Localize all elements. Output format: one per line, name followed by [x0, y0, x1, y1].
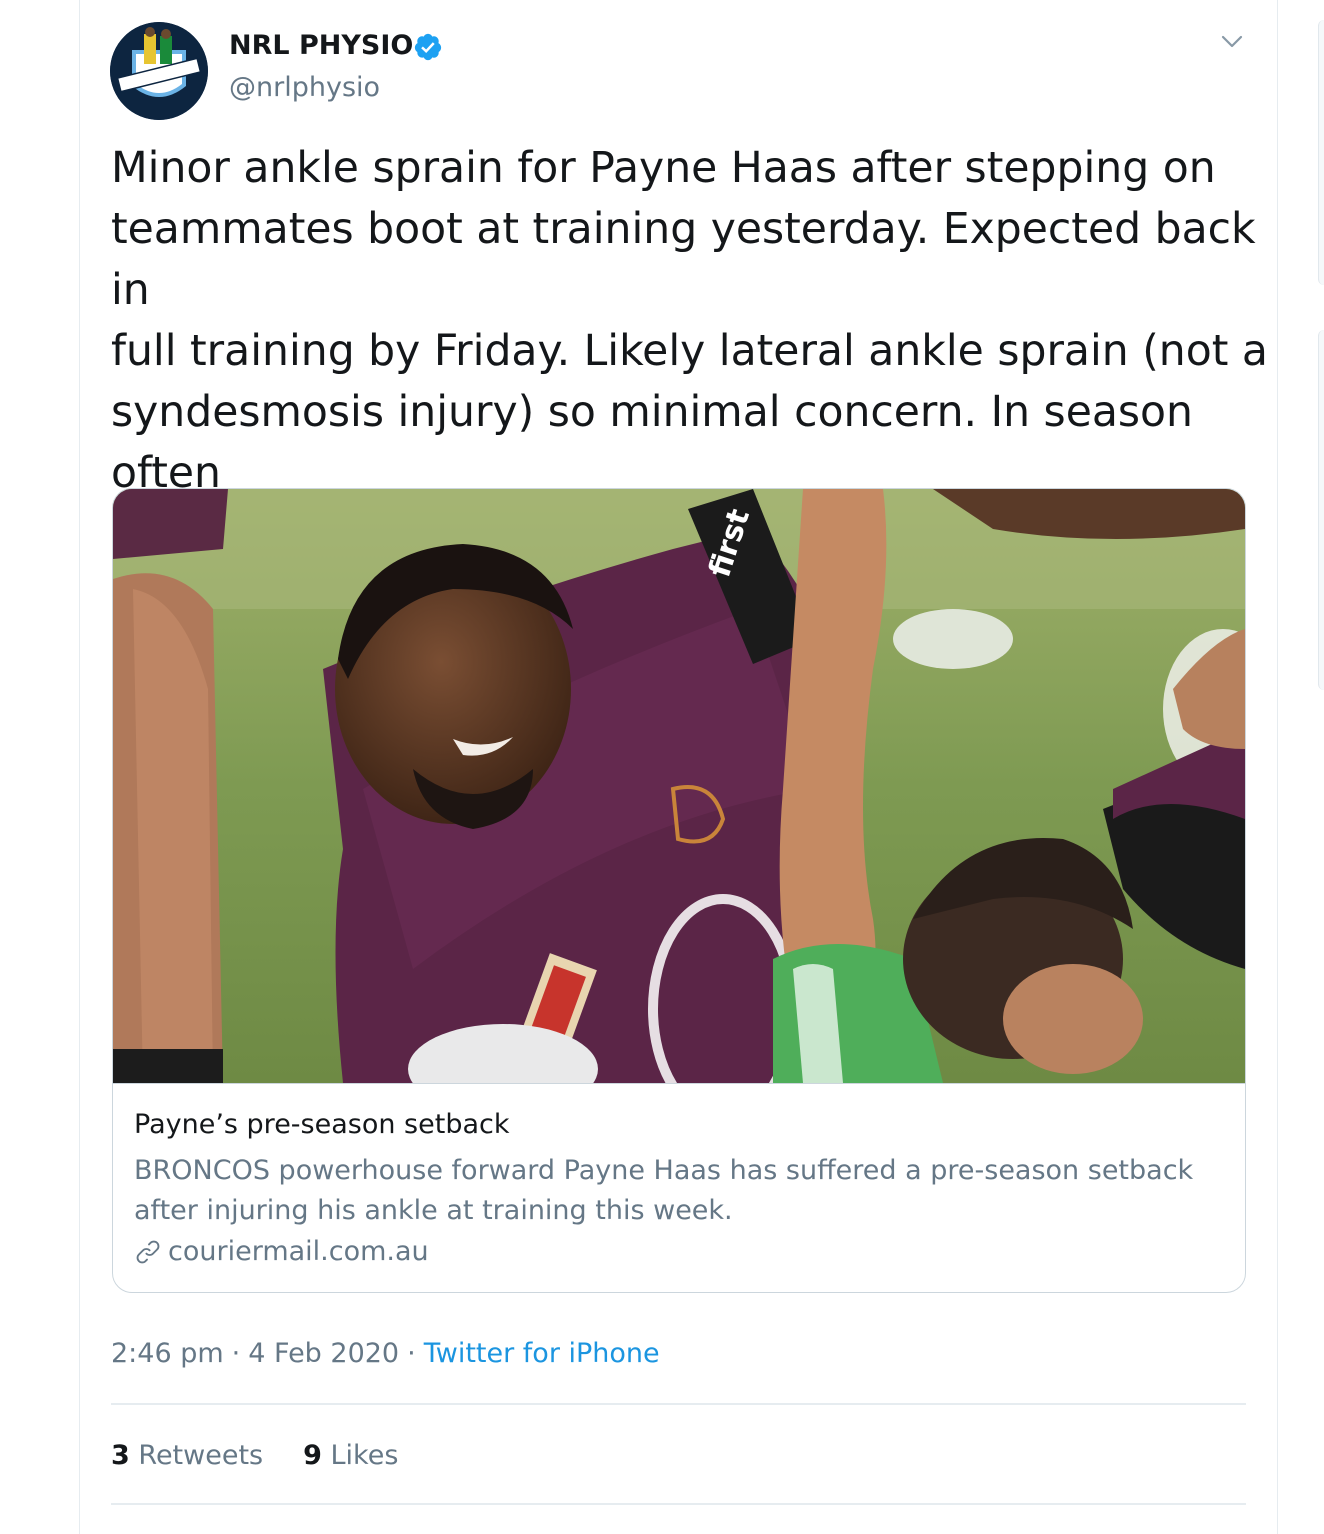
- retweets-stat[interactable]: 3 Retweets: [111, 1438, 263, 1474]
- avatar[interactable]: [110, 22, 208, 120]
- card-domain-row: couriermail.com.au: [134, 1234, 429, 1270]
- divider: [111, 1403, 1246, 1405]
- tweet-source-link[interactable]: Twitter for iPhone: [424, 1336, 660, 1372]
- user-handle[interactable]: @nrlphysio: [229, 70, 380, 106]
- retweets-count: 3: [111, 1440, 130, 1471]
- likes-label: Likes: [330, 1440, 399, 1471]
- meta-separator: ·: [407, 1338, 416, 1369]
- verified-badge-icon: [414, 33, 442, 61]
- card-domain: couriermail.com.au: [168, 1236, 429, 1267]
- card-image[interactable]: first: [113, 489, 1245, 1084]
- sidebar-edge: [1318, 20, 1324, 285]
- divider: [111, 1503, 1246, 1505]
- timeline-border-left: [79, 0, 80, 1534]
- likes-stat[interactable]: 9 Likes: [303, 1438, 398, 1474]
- more-options-button[interactable]: [1214, 28, 1250, 56]
- timeline-border-right: [1277, 0, 1278, 1534]
- card-photo: first: [113, 489, 1245, 1083]
- display-name[interactable]: NRL PHYSIO: [229, 28, 413, 64]
- retweets-label: Retweets: [138, 1440, 264, 1471]
- tweet-date[interactable]: 4 Feb 2020: [248, 1336, 399, 1372]
- tweet-meta: 2:46 pm · 4 Feb 2020 · Twitter for iPhon…: [111, 1336, 660, 1372]
- card-description: BRONCOS powerhouse forward Payne Haas ha…: [134, 1155, 1194, 1226]
- card-title: Payne’s pre-season setback: [134, 1109, 510, 1140]
- chevron-down-icon: [1221, 35, 1243, 48]
- link-icon: [136, 1240, 160, 1264]
- tweet-stats: 3 Retweets 9 Likes: [111, 1438, 398, 1474]
- avatar-image: [110, 22, 208, 120]
- tweet-time[interactable]: 2:46 pm: [111, 1336, 224, 1372]
- sidebar-edge: [1318, 330, 1324, 690]
- likes-count: 9: [303, 1440, 322, 1471]
- link-card[interactable]: first Payne’s pre-season setback BRONCOS…: [112, 488, 1246, 1293]
- meta-separator: ·: [231, 1338, 241, 1369]
